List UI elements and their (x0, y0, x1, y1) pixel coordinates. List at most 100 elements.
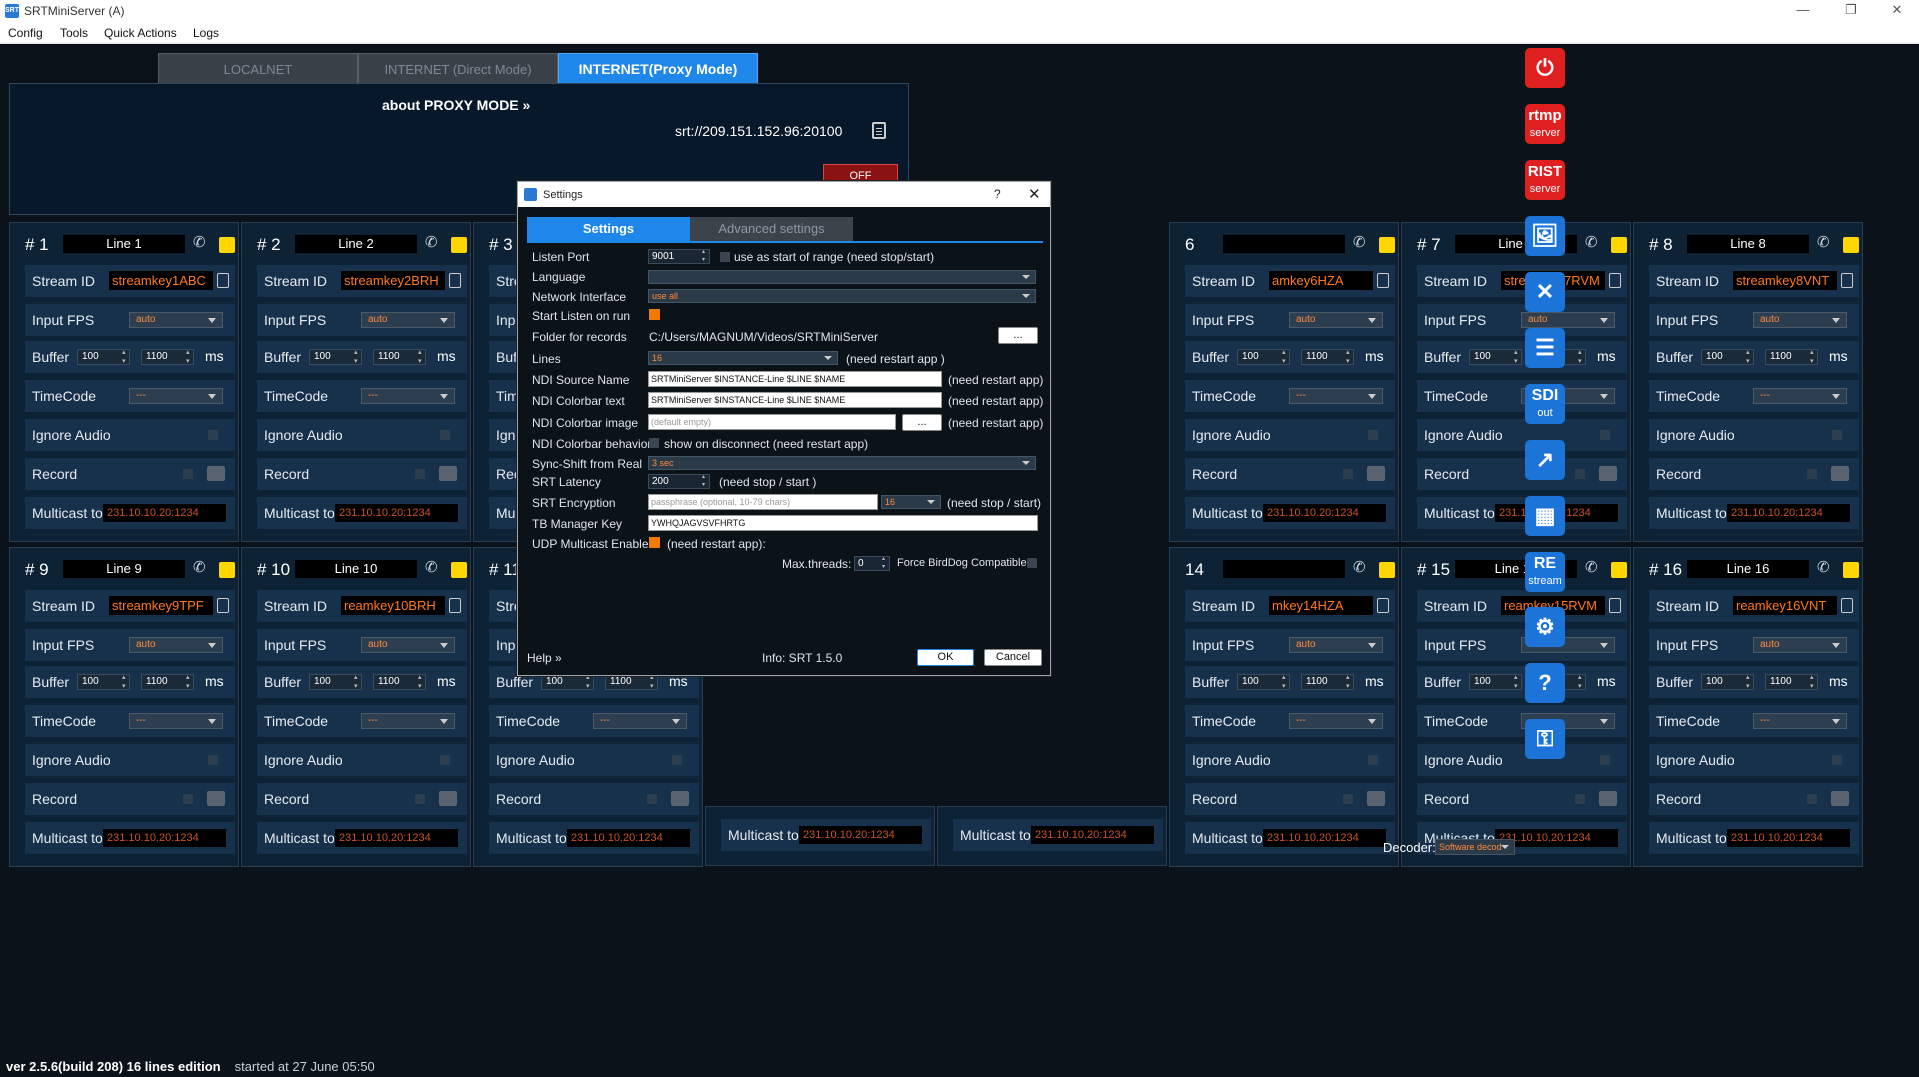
ok-button[interactable]: OK (917, 649, 974, 666)
line-name-field[interactable]: Line 16 (1687, 560, 1809, 578)
start-listen-checkbox[interactable] (649, 309, 660, 320)
record-checkbox[interactable] (1575, 469, 1585, 479)
sdi-out-button[interactable]: SDI out (1525, 384, 1565, 424)
input-fps-select[interactable]: auto (361, 637, 455, 653)
status-indicator[interactable] (451, 562, 467, 578)
copy-icon[interactable] (1609, 598, 1621, 613)
phone-icon[interactable]: ✆ (1353, 233, 1366, 251)
birddog-checkbox[interactable] (1027, 558, 1037, 568)
menu-config[interactable]: Config (8, 26, 43, 40)
stream-id-field[interactable]: reamkey10BRH (341, 596, 445, 615)
tab-settings[interactable]: Settings (527, 217, 690, 241)
phone-icon[interactable]: ✆ (1817, 233, 1830, 251)
browse-image-button[interactable]: ... (902, 414, 942, 431)
status-indicator[interactable] (219, 237, 235, 253)
stream-id-field[interactable]: amkey6HZA (1269, 271, 1373, 290)
schedule-button[interactable]: ☰ (1525, 328, 1565, 368)
line-name-field[interactable] (1223, 560, 1345, 578)
buffer-min-input[interactable]: 100 (77, 348, 130, 366)
copy-icon[interactable] (1609, 273, 1621, 288)
line-name-field[interactable]: Line 9 (63, 560, 185, 578)
help-link[interactable]: Help » (527, 651, 562, 665)
stream-id-field[interactable]: streamkey9TPF (109, 596, 213, 615)
multicast-field[interactable]: 231.10.10.20:1234 (1727, 504, 1850, 522)
menu-logs[interactable]: Logs (193, 26, 219, 40)
input-fps-select[interactable]: auto (361, 312, 455, 328)
timecode-select[interactable]: --- (129, 388, 223, 404)
cancel-button[interactable]: Cancel (984, 649, 1042, 666)
timecode-select[interactable]: --- (361, 713, 455, 729)
phone-icon[interactable]: ✆ (425, 558, 438, 576)
timecode-select[interactable]: --- (129, 713, 223, 729)
timecode-select[interactable]: --- (361, 388, 455, 404)
buffer-min-input[interactable]: 100 (309, 673, 362, 691)
copy-icon[interactable] (1841, 273, 1853, 288)
input-fps-select[interactable]: auto (1521, 312, 1615, 328)
ndi-behavior-checkbox[interactable] (649, 438, 659, 448)
copy-icon[interactable] (1841, 598, 1853, 613)
routing-button[interactable]: ✕ (1525, 272, 1565, 312)
record-checkbox[interactable] (183, 794, 193, 804)
record-settings-button[interactable] (1599, 466, 1617, 481)
multicast-field[interactable]: 231.10.10.20:1234 (1727, 829, 1850, 847)
record-settings-button[interactable] (439, 791, 457, 806)
copy-icon[interactable] (449, 598, 461, 613)
record-checkbox[interactable] (1343, 469, 1353, 479)
timecode-select[interactable]: --- (1289, 713, 1383, 729)
input-fps-select[interactable]: auto (1289, 637, 1383, 653)
share-button[interactable]: ↗ (1525, 440, 1565, 480)
rist-server-button[interactable]: RIST server (1525, 160, 1565, 200)
ndi-colorbar-image-input[interactable]: (default empty) (648, 414, 896, 430)
udp-multicast-checkbox[interactable] (649, 537, 660, 548)
multicast-field[interactable]: 231.10.10.20:1234 (1263, 504, 1386, 522)
status-indicator[interactable] (451, 237, 467, 253)
timecode-select[interactable]: --- (1289, 388, 1383, 404)
ignore-audio-checkbox[interactable] (208, 430, 218, 440)
phone-icon[interactable]: ✆ (193, 558, 206, 576)
buffer-max-input[interactable]: 1100 (141, 673, 194, 691)
tab-advanced-settings[interactable]: Advanced settings (690, 217, 853, 241)
record-settings-button[interactable] (439, 466, 457, 481)
phone-icon[interactable]: ✆ (193, 233, 206, 251)
buffer-min-input[interactable]: 100 (1237, 348, 1290, 366)
ignore-audio-checkbox[interactable] (208, 755, 218, 765)
buffer-max-input[interactable]: 1100 (1301, 673, 1354, 691)
buffer-min-input[interactable]: 100 (541, 673, 594, 691)
restream-button[interactable]: RE stream (1525, 552, 1565, 592)
record-checkbox[interactable] (1807, 794, 1817, 804)
decoder-select[interactable]: Software decod (1435, 839, 1515, 855)
status-indicator[interactable] (1379, 562, 1395, 578)
multicast-field[interactable]: 231.10.10.20:1234 (103, 504, 226, 522)
record-settings-button[interactable] (671, 791, 689, 806)
record-checkbox[interactable] (1575, 794, 1585, 804)
input-fps-select[interactable]: auto (1753, 637, 1847, 653)
close-icon[interactable]: ✕ (1028, 185, 1041, 203)
record-settings-button[interactable] (207, 791, 225, 806)
input-fps-select[interactable]: auto (129, 637, 223, 653)
ignore-audio-checkbox[interactable] (440, 430, 450, 440)
copy-icon[interactable] (872, 122, 886, 139)
status-indicator[interactable] (1843, 562, 1859, 578)
close-button[interactable]: ✕ (1880, 0, 1914, 22)
line-name-field[interactable]: Line 8 (1687, 235, 1809, 253)
record-settings-button[interactable] (1367, 466, 1385, 481)
ignore-audio-checkbox[interactable] (1600, 755, 1610, 765)
language-select[interactable] (648, 270, 1036, 284)
record-checkbox[interactable] (647, 794, 657, 804)
buffer-max-input[interactable]: 1100 (1765, 348, 1818, 366)
status-indicator[interactable] (1843, 237, 1859, 253)
phone-icon[interactable]: ✆ (1353, 558, 1366, 576)
buffer-max-input[interactable]: 1100 (1301, 348, 1354, 366)
line-name-field[interactable]: Line 1 (63, 235, 185, 253)
buffer-min-input[interactable]: 100 (1701, 348, 1754, 366)
license-button[interactable]: ⚿ (1525, 719, 1565, 759)
maximize-button[interactable]: ❐ (1834, 0, 1868, 22)
multicast-field[interactable]: 231.10.10.20:1234 (1031, 826, 1154, 844)
browse-folder-button[interactable]: ... (998, 327, 1038, 344)
tab-internet-direct[interactable]: INTERNET (Direct Mode) (358, 53, 558, 83)
status-indicator[interactable] (1611, 237, 1627, 253)
ignore-audio-checkbox[interactable] (1368, 755, 1378, 765)
phone-icon[interactable]: ✆ (1585, 233, 1598, 251)
tab-localnet[interactable]: LOCALNET (158, 53, 358, 83)
status-indicator[interactable] (1379, 237, 1395, 253)
